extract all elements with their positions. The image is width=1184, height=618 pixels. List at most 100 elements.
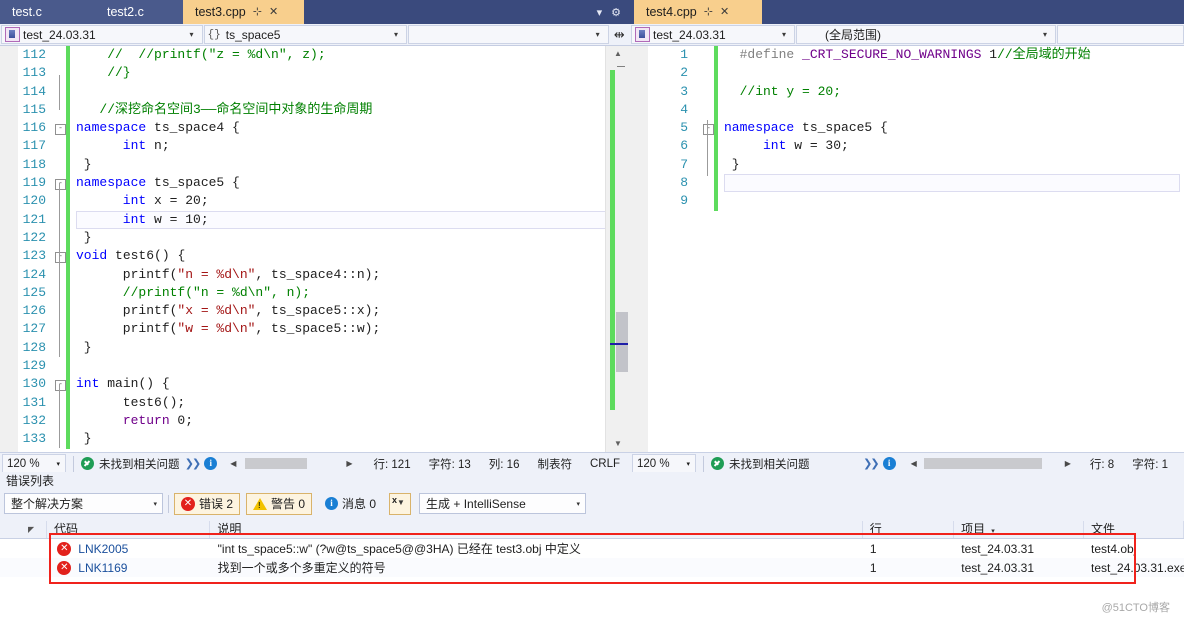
messages-toggle-button[interactable]: i 消息 0 xyxy=(318,493,383,515)
vertical-scrollbar-left[interactable]: ▲ ▼ xyxy=(605,46,630,452)
code-token: namespace xyxy=(76,175,147,191)
next-issue-icon[interactable]: ❯❯ xyxy=(863,457,880,470)
project-dropdown-left[interactable]: test_24.03.31 ▾ xyxy=(1,25,203,44)
error-list-header: ◤ 代码 说明 行 项目 ▾ 文件 xyxy=(0,521,1184,539)
scroll-up-arrow[interactable]: ▲ xyxy=(606,46,630,62)
code-line[interactable]: 118 } xyxy=(0,155,630,175)
code-line[interactable]: 114 xyxy=(0,82,630,101)
code-line[interactable]: 119- namespace ts_space5 { xyxy=(0,174,630,193)
table-row[interactable]: ✕ LNK1169 找到一个或多个多重定义的符号 1 test_24.03.31 test… xyxy=(0,558,1184,577)
scope-dropdown-right[interactable]: (全局范围) ▾ xyxy=(796,25,1056,44)
close-icon[interactable]: ✕ xyxy=(269,0,278,24)
cell-code[interactable]: ✕ LNK1169 xyxy=(47,560,210,575)
code-line[interactable]: 124 printf("n = %d\n", ts_space4::n); xyxy=(0,265,630,284)
info-icon[interactable]: i xyxy=(882,457,896,470)
code-line[interactable]: 4 xyxy=(630,100,1184,120)
code-token: int xyxy=(724,138,787,154)
horizontal-scrollbar-right[interactable]: ◀ ▶ xyxy=(906,458,1076,469)
hscroll-track[interactable] xyxy=(921,458,1060,469)
project-dropdown-right[interactable]: test_24.03.31 ▾ xyxy=(631,25,795,44)
column-header-4[interactable]: 文件 xyxy=(1084,521,1184,538)
code-area-right[interactable]: 1 #define _CRT_SECURE_NO_WARNINGS 1//全局域… xyxy=(630,46,1184,452)
hscroll-thumb[interactable] xyxy=(923,458,1042,469)
code-line[interactable]: 122 } xyxy=(0,228,630,248)
scroll-left-arrow[interactable]: ◀ xyxy=(906,459,922,468)
code-line[interactable]: 112 // //printf("z = %d\n", z); xyxy=(0,46,630,65)
tab-test3-cpp[interactable]: test3.cpp ⊹ ✕ xyxy=(183,0,304,24)
scrollbar-thumb[interactable] xyxy=(616,312,628,372)
code-line[interactable]: 128 } xyxy=(0,338,630,358)
code-line[interactable]: 121 int w = 10; xyxy=(0,210,630,229)
tab-overflow-dropdown-icon[interactable]: ▾ xyxy=(597,6,603,19)
scope-dropdown-left[interactable]: {} ts_space5 ▾ xyxy=(203,25,408,44)
code-line[interactable]: 133 } xyxy=(0,430,630,449)
info-icon: i xyxy=(325,497,339,510)
error-code-link[interactable]: LNK2005 xyxy=(78,542,128,556)
cell-code[interactable]: ✕ LNK2005 xyxy=(47,541,210,556)
scroll-left-arrow[interactable]: ◀ xyxy=(225,459,241,468)
close-icon[interactable]: ✕ xyxy=(720,0,729,24)
next-issue-icon[interactable]: ❯❯ xyxy=(185,457,202,470)
code-area-left[interactable]: 112 // //printf("z = %d\n", z); 113 //} 11… xyxy=(0,46,630,452)
member-dropdown-right[interactable] xyxy=(1057,25,1184,44)
scroll-right-arrow[interactable]: ▶ xyxy=(341,459,357,468)
code-line[interactable]: 123- void test6() { xyxy=(0,247,630,266)
code-line[interactable]: 5 - namespace ts_space5 { xyxy=(630,119,1184,138)
code-line[interactable]: 7 } xyxy=(630,155,1184,175)
fold-toggle-icon[interactable]: - xyxy=(55,179,66,191)
code-token: } xyxy=(76,339,92,355)
hscroll-track[interactable] xyxy=(241,458,342,469)
gear-icon[interactable]: ⚙ xyxy=(611,6,621,19)
fold-toggle-icon[interactable]: - xyxy=(55,124,66,136)
table-row[interactable]: ✕ LNK2005 "int ts_space5::w" (?w@ts_space5… xyxy=(0,539,1184,558)
chevron-down-icon: ▾ xyxy=(1042,30,1047,39)
pin-icon[interactable]: ⊹ xyxy=(253,0,262,24)
error-code-link[interactable]: LNK1169 xyxy=(78,561,127,575)
code-line[interactable]: 120 int x = 20; xyxy=(0,192,630,211)
code-line[interactable]: 117 int n; xyxy=(0,137,630,156)
scrollbar-track[interactable] xyxy=(606,62,630,436)
code-line[interactable]: 115 //深挖命名空间3——命名空间中对象的生命周期 xyxy=(0,100,630,120)
column-header-3[interactable]: 项目 ▾ xyxy=(954,521,1084,538)
info-icon[interactable]: i xyxy=(204,457,218,470)
zoom-dropdown-left[interactable]: 120 % ▾ xyxy=(2,454,66,473)
code-line[interactable]: 129 xyxy=(0,357,630,376)
code-line[interactable]: 3 //int y = 20; xyxy=(630,82,1184,101)
code-line[interactable]: 116- namespace ts_space4 { xyxy=(0,119,630,138)
clear-filter-icon[interactable] xyxy=(389,492,412,515)
scroll-down-arrow[interactable]: ▼ xyxy=(606,436,630,452)
code-line[interactable]: 131 test6(); xyxy=(0,393,630,412)
code-line[interactable]: 8 xyxy=(630,174,1184,193)
code-line[interactable]: 130- int main() { xyxy=(0,375,630,394)
code-line[interactable]: 6 int w = 30; xyxy=(630,137,1184,156)
code-line[interactable]: 125 //printf("n = %d\n", n); xyxy=(0,283,630,303)
fold-toggle-icon[interactable]: - xyxy=(55,252,66,264)
code-line[interactable]: 127 printf("w = %d\n", ts_space5::w); xyxy=(0,320,630,339)
tab-test4-cpp[interactable]: test4.cpp ⊹ ✕ xyxy=(634,0,762,24)
horizontal-scrollbar-left[interactable]: ◀ ▶ xyxy=(225,458,357,469)
code-token: test6 xyxy=(115,248,155,264)
pin-icon[interactable]: ⊹ xyxy=(704,0,713,24)
code-line[interactable]: 132 return 0; xyxy=(0,411,630,431)
scope-filter-dropdown[interactable]: 整个解决方案 ▾ xyxy=(4,493,163,514)
scroll-right-arrow[interactable]: ▶ xyxy=(1060,459,1076,468)
severity-column-header[interactable]: ◤ xyxy=(0,521,48,538)
zoom-dropdown-right[interactable]: 120 % ▾ xyxy=(632,454,696,473)
column-header-0[interactable]: 代码 xyxy=(47,521,211,538)
errors-toggle-button[interactable]: ✕ 错误 2 xyxy=(174,492,241,515)
column-header-2[interactable]: 行 xyxy=(863,521,955,538)
warnings-toggle-button[interactable]: 警告 0 xyxy=(246,492,313,515)
fold-toggle-icon[interactable]: - xyxy=(703,124,714,136)
code-line[interactable]: 126 printf("x = %d\n", ts_space5::x); xyxy=(0,302,630,321)
split-view-icon[interactable]: ⇹ xyxy=(609,24,630,45)
code-line[interactable]: 113 //} xyxy=(0,64,630,83)
code-line[interactable]: 1 #define _CRT_SECURE_NO_WARNINGS 1//全局域… xyxy=(630,46,1184,65)
hscroll-thumb[interactable] xyxy=(245,458,308,469)
fold-toggle-icon[interactable]: - xyxy=(55,380,66,392)
column-header-1[interactable]: 说明 xyxy=(210,521,863,538)
member-dropdown-left[interactable]: ▾ xyxy=(408,25,609,44)
code-line[interactable]: 9 xyxy=(630,192,1184,211)
code-line[interactable]: 2 xyxy=(630,64,1184,83)
build-filter-dropdown[interactable]: 生成 + IntelliSense ▾ xyxy=(419,493,587,514)
